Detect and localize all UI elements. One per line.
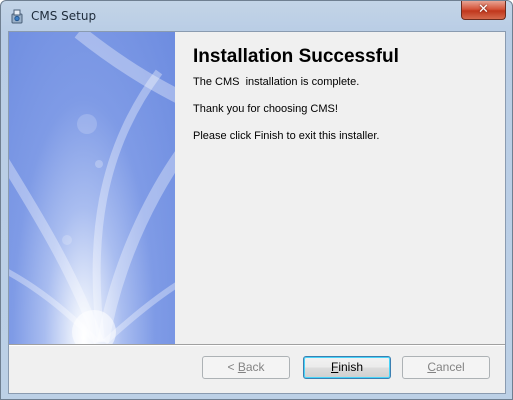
title-bar[interactable]: CMS Setup ✕: [1, 1, 512, 31]
setup-installer-icon: [9, 8, 25, 24]
cancel-button[interactable]: Cancel: [402, 356, 490, 379]
wizard-content: Installation Successful The CMS installa…: [175, 32, 505, 344]
completion-message: The CMS installation is complete.: [193, 76, 360, 88]
footer-divider: [9, 344, 505, 346]
thank-you-message: Thank you for choosing CMS!: [193, 103, 338, 115]
back-button[interactable]: < Back: [202, 356, 290, 379]
finish-instruction: Please click Finish to exit this install…: [193, 130, 380, 142]
finish-button[interactable]: Finish: [303, 356, 391, 379]
window-title: CMS Setup: [31, 9, 97, 23]
wizard-body: Installation Successful The CMS installa…: [8, 31, 506, 394]
wizard-banner-image: [9, 32, 175, 344]
close-button[interactable]: ✕: [461, 1, 506, 20]
setup-window: CMS Setup ✕ Installation Successful The …: [0, 0, 513, 400]
page-title: Installation Successful: [193, 46, 399, 67]
close-icon: ✕: [478, 2, 489, 17]
